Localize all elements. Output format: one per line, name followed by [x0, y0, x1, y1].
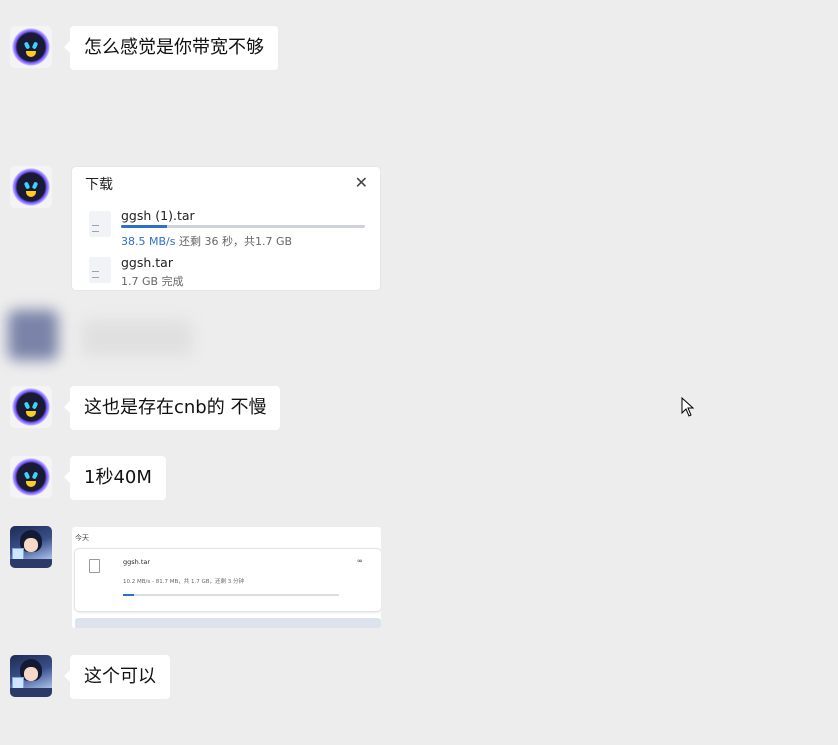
screenshot-file-name: ggsh.tar — [123, 558, 151, 566]
download-meta: 1.7 GB 完成 — [121, 273, 184, 289]
download-file-name: ggsh.tar — [121, 255, 173, 270]
bot-face-icon — [12, 28, 50, 66]
message-bubble[interactable]: 这个可以 — [64, 655, 170, 699]
file-icon — [89, 257, 111, 283]
file-icon — [89, 559, 100, 573]
bot-avatar[interactable] — [10, 26, 52, 68]
bot-avatar[interactable] — [10, 166, 52, 208]
screenshot-today-label: 今天 — [75, 534, 89, 542]
anime-avatar[interactable] — [10, 655, 52, 697]
blurred-avatar — [8, 310, 58, 360]
download-progress-fill — [121, 225, 168, 228]
download-file-name: ggsh (1).tar — [121, 208, 195, 223]
screenshot-next-item — [75, 618, 381, 628]
message-bubble[interactable]: 1秒40M — [64, 456, 166, 500]
screenshot-image[interactable]: 今天 ggsh.tar 10.2 MB/s - 81.7 MB，共 1.7 GB… — [72, 527, 381, 628]
download-meta: 38.5 MB/s 还剩 36 秒，共1.7 GB — [121, 233, 292, 249]
message-bubble[interactable]: 怎么感觉是你带宽不够 — [64, 26, 278, 70]
message-bubble[interactable]: 这也是存在cnb的 不慢 — [63, 386, 281, 430]
blurred-bubble — [82, 320, 192, 356]
bot-avatar[interactable] — [10, 456, 52, 498]
bot-face-icon — [12, 168, 50, 206]
download-progress-bar — [121, 225, 365, 228]
screenshot-progress-fill — [123, 594, 134, 596]
download-speed: 38.5 MB/s — [121, 235, 176, 248]
close-icon: ✕ — [354, 173, 368, 192]
download-status: 完成 — [161, 275, 184, 288]
more-icon: ⋮ — [378, 557, 381, 565]
link-icon: ∞ — [357, 557, 363, 565]
download-status: 还剩 36 秒，共1.7 GB — [178, 235, 293, 248]
download-card-image[interactable]: 下载 ✕ ggsh (1).tar 38.5 MB/s 还剩 36 秒，共1.7… — [72, 167, 380, 290]
bot-avatar[interactable] — [10, 386, 52, 428]
screenshot-meta: 10.2 MB/s - 81.7 MB，共 1.7 GB，还剩 3 分钟 — [123, 579, 245, 585]
mouse-cursor-icon — [681, 397, 695, 417]
download-size: 1.7 GB — [121, 275, 159, 288]
blurred-message — [0, 300, 240, 370]
file-icon — [89, 211, 111, 237]
bot-face-icon — [12, 388, 50, 426]
bot-face-icon — [12, 458, 50, 496]
anime-avatar[interactable] — [10, 526, 52, 568]
screenshot-progress-bar — [123, 594, 339, 596]
screenshot-download-panel: ggsh.tar 10.2 MB/s - 81.7 MB，共 1.7 GB，还剩… — [75, 549, 381, 611]
download-title: 下载 — [85, 177, 113, 193]
